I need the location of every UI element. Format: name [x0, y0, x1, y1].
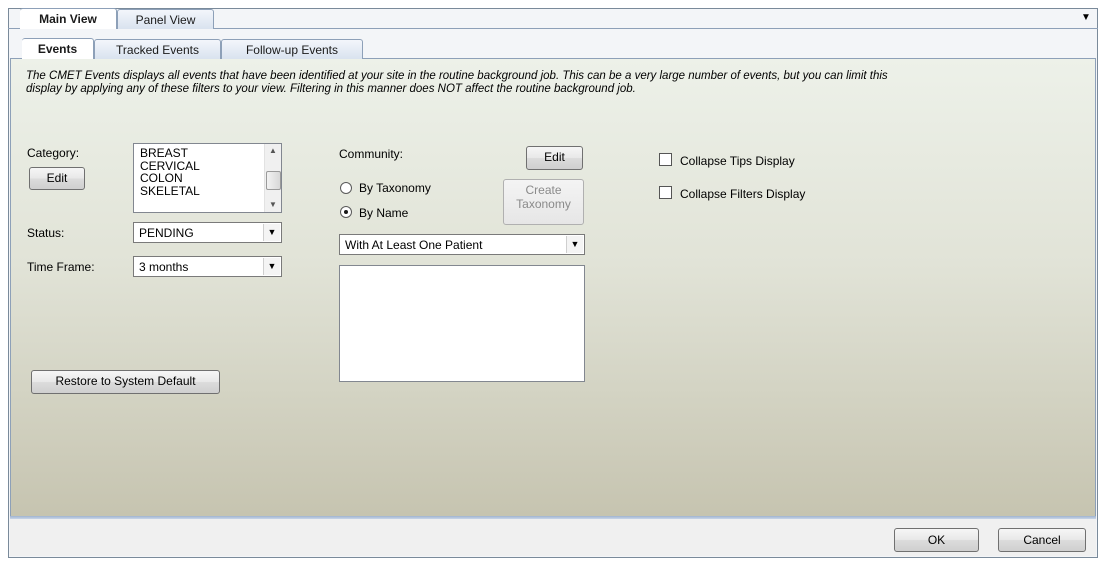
collapse-tips-checkbox[interactable] [659, 153, 672, 166]
collapse-filters-label: Collapse Filters Display [680, 187, 806, 201]
scroll-thumb[interactable] [266, 171, 281, 190]
community-edit-button[interactable]: Edit [526, 146, 583, 170]
chevron-down-icon[interactable]: ▼ [263, 224, 280, 241]
scroll-down-icon[interactable]: ▼ [265, 198, 281, 212]
community-filter-value: With At Least One Patient [345, 238, 483, 252]
community-filter-select[interactable]: With At Least One Patient ▼ [339, 234, 585, 255]
tab-main-view-label: Main View [39, 12, 97, 26]
list-item[interactable]: SKELETAL [140, 184, 200, 198]
tab-events-label: Events [37, 42, 78, 56]
tab-menu-dropdown-icon[interactable]: ▼ [1080, 12, 1092, 24]
category-edit-button[interactable]: Edit [29, 167, 85, 190]
tab-panel-view-label: Panel View [135, 13, 196, 27]
by-taxonomy-radio[interactable] [340, 182, 352, 194]
collapse-tips-label: Collapse Tips Display [680, 154, 795, 168]
category-listbox[interactable]: BREAST CERVICAL COLON SKELETAL ▲ ▼ [133, 143, 282, 213]
list-item[interactable]: BREAST [140, 147, 200, 160]
tab-events[interactable]: Events [22, 38, 94, 59]
time-frame-label: Time Frame: [27, 260, 95, 274]
by-name-label: By Name [359, 206, 409, 220]
by-taxonomy-label: By Taxonomy [359, 181, 431, 195]
scroll-up-icon[interactable]: ▲ [265, 144, 281, 158]
chevron-down-icon[interactable]: ▼ [263, 258, 280, 275]
restore-default-button[interactable]: Restore to System Default [31, 370, 220, 394]
community-list[interactable] [339, 265, 585, 382]
status-label: Status: [27, 226, 65, 240]
by-name-radio[interactable] [340, 206, 352, 218]
category-label: Category: [27, 146, 80, 160]
cancel-button[interactable]: Cancel [998, 528, 1086, 552]
category-scrollbar[interactable]: ▲ ▼ [264, 144, 281, 212]
tab-follow-up-events[interactable]: Follow-up Events [221, 39, 363, 59]
create-taxonomy-label-1: Create [525, 183, 562, 197]
list-item[interactable]: COLON [140, 172, 200, 185]
tips-description: The CMET Events displays all events that… [26, 70, 888, 95]
tab-main-view[interactable]: Main View [20, 8, 117, 29]
time-frame-value: 3 months [139, 260, 189, 274]
collapse-filters-checkbox[interactable] [659, 186, 672, 199]
tab-tracked-events-label: Tracked Events [116, 43, 199, 57]
tab-panel-view[interactable]: Panel View [117, 9, 214, 29]
tab-tracked-events[interactable]: Tracked Events [94, 39, 221, 59]
time-frame-select[interactable]: 3 months ▼ [133, 256, 282, 277]
community-label: Community: [339, 147, 404, 161]
status-value: PENDING [139, 226, 194, 240]
status-select[interactable]: PENDING ▼ [133, 222, 282, 243]
chevron-down-icon[interactable]: ▼ [566, 236, 583, 253]
tab-follow-up-events-label: Follow-up Events [245, 43, 339, 57]
create-taxonomy-label-2: Taxonomy [516, 197, 571, 211]
ok-button[interactable]: OK [894, 528, 979, 552]
create-taxonomy-button[interactable]: Create Taxonomy [503, 179, 584, 225]
